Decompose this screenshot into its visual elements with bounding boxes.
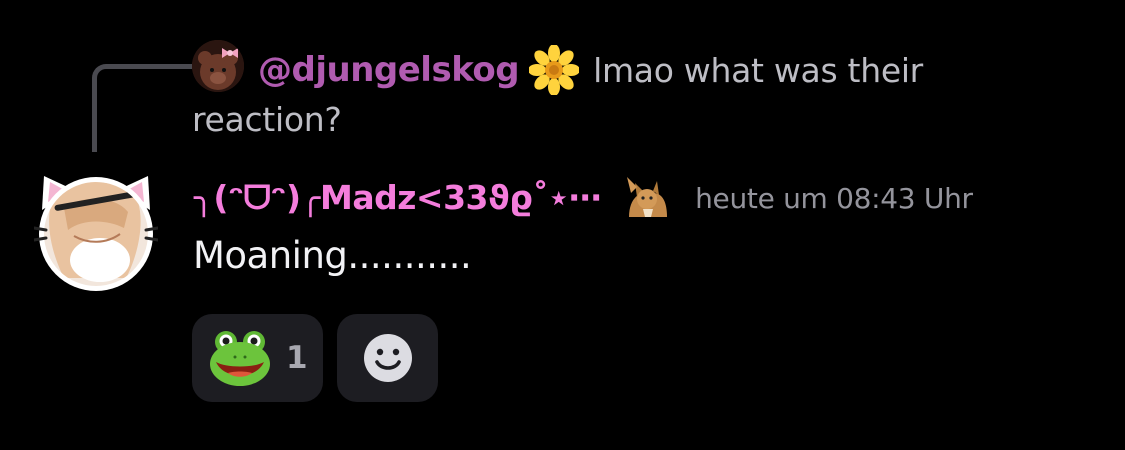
frog-icon (210, 331, 270, 386)
reply-avatar[interactable] (192, 40, 244, 92)
reaction-count: 1 (286, 340, 308, 376)
message-header: ╮(ᵔᗜᵔ)╭Madz<33ϑϱ˚⋆⋯ heute um 08:43 Uhr (194, 172, 973, 224)
reply-text-continued: reaction? (192, 100, 342, 139)
add-reaction-smiley-icon (363, 334, 412, 382)
reaction-frog[interactable]: 1 (192, 314, 323, 402)
reactions-bar: 1 (192, 314, 438, 402)
reply-text: lmao what was their (593, 50, 923, 90)
hello-kitty-avatar-icon (32, 176, 160, 291)
reply-preview[interactable]: @djungelskog lmao what was their (258, 44, 923, 96)
bear-avatar-icon (192, 40, 244, 92)
author-avatar[interactable] (32, 168, 160, 292)
message-text: Moaning........... (193, 234, 472, 277)
cat-badge-icon[interactable] (623, 173, 673, 223)
chat-message: @djungelskog lmao what was their reactio… (0, 0, 1125, 450)
message-timestamp: heute um 08:43 Uhr (695, 181, 973, 215)
sunflower-icon (528, 44, 581, 96)
reply-connector-line (92, 64, 192, 152)
reply-author-name[interactable]: @djungelskog (258, 50, 520, 90)
add-reaction-button[interactable] (337, 314, 438, 402)
author-name[interactable]: ╮(ᵔᗜᵔ)╭Madz<33ϑϱ˚⋆⋯ (194, 178, 602, 218)
